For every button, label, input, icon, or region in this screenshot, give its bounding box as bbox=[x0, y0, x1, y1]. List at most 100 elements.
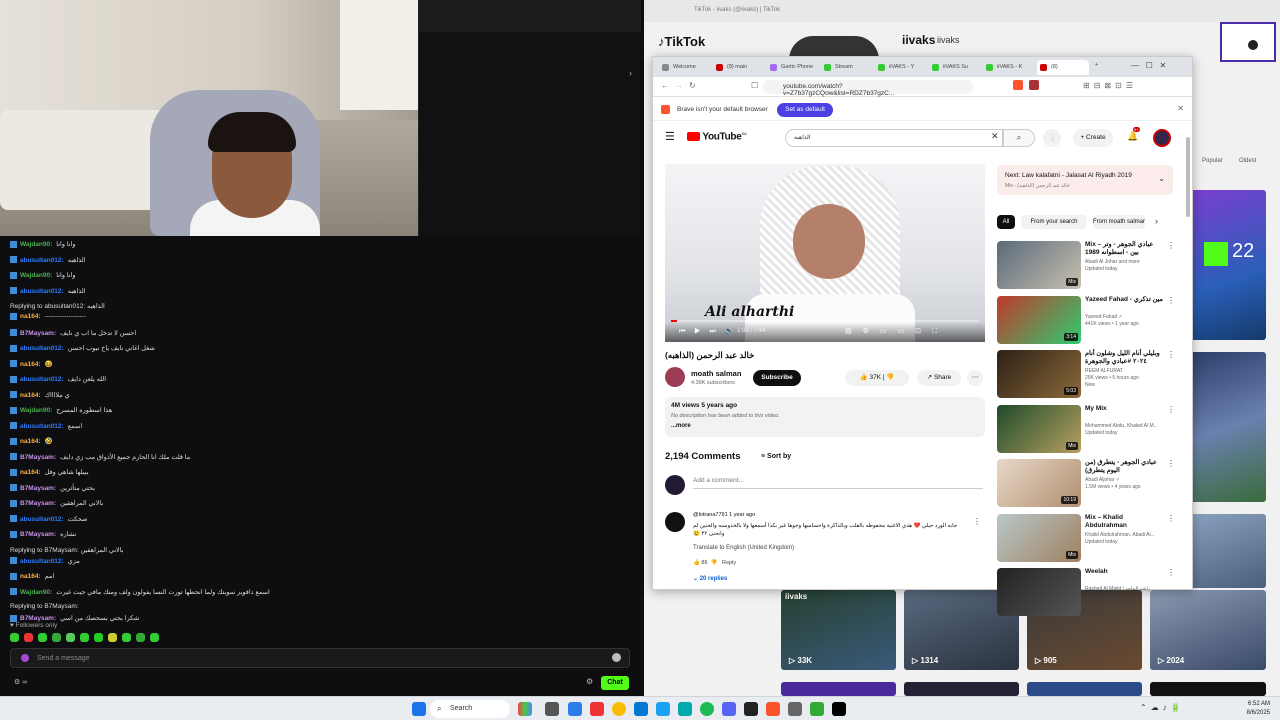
microphone-icon[interactable]: 🎙 bbox=[1043, 129, 1061, 147]
task-view-icon[interactable] bbox=[545, 702, 559, 716]
chat-username[interactable]: na164: bbox=[20, 361, 41, 368]
browser-tab[interactable]: Welcome bbox=[659, 60, 711, 75]
chevron-right-icon[interactable]: › bbox=[1155, 216, 1158, 226]
app-icon[interactable] bbox=[678, 702, 692, 716]
playback-buttons[interactable]: ⏮▶⏭🔊 bbox=[679, 327, 743, 336]
emote-icon[interactable] bbox=[66, 633, 75, 642]
chat-username[interactable]: abusultan012: bbox=[20, 558, 64, 565]
chat-send-button[interactable]: Chat bbox=[601, 676, 629, 690]
comment-menu-icon[interactable]: ⋮ bbox=[973, 517, 981, 526]
tiktok-logo[interactable]: ♪TikTok bbox=[658, 34, 705, 49]
recommended-title[interactable]: وبليلي أنام الليل وشلون أنام ٢٠٢٤ #عبادي… bbox=[1085, 350, 1163, 366]
recommended-video[interactable]: Mix Mix – Khalid Abdulrahman Khalid Abdulr… bbox=[997, 513, 1177, 564]
comment-avatar[interactable] bbox=[665, 512, 685, 532]
recommended-thumbnail[interactable]: Mix bbox=[997, 404, 1081, 453]
kick-icon[interactable] bbox=[810, 702, 824, 716]
recommended-thumbnail[interactable]: Mix bbox=[997, 513, 1081, 562]
tiktok-video-tile[interactable] bbox=[1027, 682, 1142, 696]
chat-username[interactable]: abusultan012: bbox=[20, 376, 64, 383]
reload-icon[interactable]: ↻ bbox=[689, 81, 696, 90]
chat-username[interactable]: B7Maysam: bbox=[20, 615, 56, 622]
close-icon[interactable]: ✕ bbox=[1177, 104, 1184, 113]
windows-start-icon[interactable] bbox=[412, 702, 426, 716]
emote-icon[interactable] bbox=[150, 633, 159, 642]
scrollbar[interactable] bbox=[1186, 137, 1190, 217]
browser-tab[interactable]: Stream bbox=[821, 60, 873, 75]
more-options-icon[interactable]: ⋮ bbox=[1167, 405, 1175, 414]
chat-username[interactable]: Wajdan90: bbox=[20, 241, 52, 248]
recommended-thumbnail[interactable] bbox=[997, 568, 1081, 616]
browser-tab[interactable]: iiVAKS Su bbox=[929, 60, 981, 75]
recommended-title[interactable]: Mix – Khalid Abdulrahman bbox=[1085, 514, 1163, 530]
toolbar-icons[interactable]: ⊞⊟⊠⊡☰ bbox=[1083, 81, 1137, 90]
edge-icon[interactable] bbox=[634, 702, 648, 716]
recommended-thumbnail[interactable]: 3:14 bbox=[997, 295, 1081, 344]
recommended-video[interactable]: 3:14 Yazeed Fahad - مين تذكري Yazeed Fahad… bbox=[997, 295, 1177, 346]
comment-actions[interactable]: 👍 86 👎 Reply bbox=[693, 560, 736, 566]
bookmark-icon[interactable]: ☐ bbox=[751, 81, 758, 90]
more-options-icon[interactable]: ⋮ bbox=[1167, 241, 1175, 250]
sort-oldest[interactable]: Oldest bbox=[1239, 158, 1256, 164]
taskbar-search[interactable]: ⌕ Search bbox=[430, 700, 510, 718]
chip-all[interactable]: All bbox=[997, 215, 1015, 229]
forward-icon[interactable]: → bbox=[675, 81, 683, 90]
browser-tab[interactable]: iiVAKS - Y bbox=[875, 60, 927, 75]
brave-icon[interactable] bbox=[766, 702, 780, 716]
up-next-panel[interactable]: Next: Law kalafatni - Jalasat Al Riyadh … bbox=[997, 165, 1173, 195]
more-options-icon[interactable]: ⋮ bbox=[1167, 296, 1175, 305]
tiktok-video-tile[interactable] bbox=[1190, 514, 1266, 588]
emote-icon[interactable] bbox=[10, 633, 19, 642]
chat-username[interactable]: Wajdan90: bbox=[20, 407, 52, 414]
more-actions-icon[interactable]: ⋯ bbox=[967, 370, 983, 386]
translate-link[interactable]: Translate to English (United Kingdom) bbox=[693, 545, 794, 551]
emote-icon[interactable] bbox=[38, 633, 47, 642]
recommended-video[interactable]: 5:03 وبليلي أنام الليل وشلون أنام ٢٠٢٤ #ع… bbox=[997, 350, 1177, 400]
chat-username[interactable]: Wajdan90: bbox=[20, 589, 52, 596]
chat-username[interactable]: na164: bbox=[20, 573, 41, 580]
chat-username[interactable]: B7Maysam: bbox=[20, 330, 56, 337]
brave-shield-icon[interactable] bbox=[1013, 80, 1023, 90]
gear-icon[interactable]: ⚙ bbox=[586, 677, 593, 686]
chat-username[interactable]: abusultan012: bbox=[20, 345, 64, 352]
replies-toggle[interactable]: ⌄ 20 replies bbox=[693, 575, 727, 582]
search-icon[interactable]: ⌕ bbox=[1003, 129, 1035, 147]
app-icon[interactable] bbox=[590, 702, 604, 716]
tiktok-video-tile[interactable] bbox=[781, 682, 896, 696]
chat-username[interactable]: B7Maysam: bbox=[20, 500, 56, 507]
chat-username[interactable]: B7Maysam: bbox=[20, 531, 56, 538]
clock[interactable]: 6:52 AM 8/6/2025 bbox=[1247, 700, 1270, 718]
chat-username[interactable]: Wajdan90: bbox=[20, 272, 52, 279]
thumbs-down-icon[interactable]: 👎 bbox=[708, 560, 723, 566]
chip-from-search[interactable]: From your search bbox=[1021, 215, 1087, 229]
tray-icons[interactable]: ⌃☁♪🔋 bbox=[1140, 703, 1185, 712]
chrome-icon[interactable] bbox=[612, 702, 626, 716]
clear-search-icon[interactable]: ✕ bbox=[991, 131, 999, 142]
create-button[interactable]: + Create bbox=[1073, 129, 1113, 147]
tiktok-video-tile[interactable]: iivaks ▷ 33K bbox=[781, 590, 896, 670]
chat-username[interactable]: abusultan012: bbox=[20, 257, 64, 264]
like-dislike-button[interactable]: 👍 37K | 👎 bbox=[845, 370, 909, 386]
recommended-video[interactable]: 10:19 عبادي الجوهر - يتطرق (من اليوم يتطر… bbox=[997, 459, 1177, 509]
discord-icon[interactable] bbox=[722, 702, 736, 716]
emoji-icon[interactable] bbox=[612, 653, 621, 662]
app-icon[interactable] bbox=[656, 702, 670, 716]
more-options-icon[interactable]: ⋮ bbox=[1167, 350, 1175, 359]
chat-input[interactable]: Send a message bbox=[10, 648, 630, 668]
new-tab-icon[interactable]: + bbox=[1093, 60, 1100, 75]
chip-from-channel[interactable]: From moath salman bbox=[1093, 215, 1145, 229]
chevron-down-icon[interactable]: ⌄ bbox=[1158, 174, 1165, 183]
brave-rewards-icon[interactable] bbox=[1029, 80, 1039, 90]
tiktok-icon[interactable] bbox=[832, 702, 846, 716]
sort-comments-button[interactable]: ≡ Sort by bbox=[761, 453, 791, 460]
browser-tab[interactable]: Gartic Phone bbox=[767, 60, 819, 75]
more-options-icon[interactable]: ⋮ bbox=[1167, 459, 1175, 468]
channel-name[interactable]: moath salman bbox=[691, 369, 741, 378]
emote-icon[interactable] bbox=[108, 633, 117, 642]
emote-icon[interactable] bbox=[52, 633, 61, 642]
recommended-title[interactable]: Weelah bbox=[1085, 568, 1163, 576]
recommended-title[interactable]: Mix – عبادي الجوهر - وتر بين - اسطوانه 1… bbox=[1085, 241, 1163, 257]
add-comment-input[interactable]: Add a comment... bbox=[693, 477, 983, 489]
recommended-video[interactable]: Weelah Rashed Al Majid | راشد الماجد ⋮ bbox=[997, 568, 1177, 618]
emote-icon[interactable] bbox=[94, 633, 103, 642]
emote-icon[interactable] bbox=[80, 633, 89, 642]
